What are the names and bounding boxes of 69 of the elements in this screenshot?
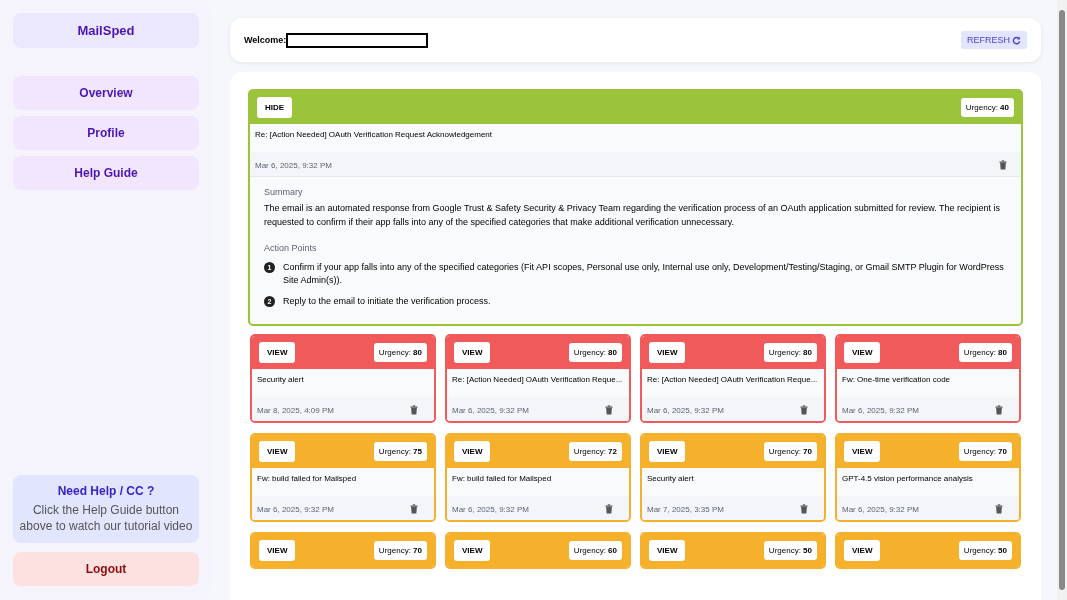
- email-subject: Re: [Action Needed] OAuth Verification Request Acknowledgement: [254, 129, 494, 141]
- refresh-button[interactable]: REFRESH: [961, 31, 1027, 49]
- email-date: Mar 7, 2025, 3:35 PM: [647, 504, 724, 514]
- nav-button[interactable]: Help Guide: [13, 156, 199, 190]
- trash-icon[interactable]: [410, 405, 418, 415]
- logout-button[interactable]: Logout: [13, 552, 199, 586]
- email-subject: Fw: One-time verification code: [841, 374, 952, 386]
- urgency-badge: Urgency: 70: [373, 541, 427, 560]
- summary-text: The email is an automated response from Google Trust & Safety Security & Privacy Team regarding the verification process of an OAuth application submitted for review. The recipient is requested to confirm if their app falls into any of the specified categories that make additional verification unnecessary.: [264, 202, 1002, 229]
- email-date: Mar 6, 2025, 9:32 PM: [452, 504, 529, 514]
- scrollbar[interactable]: [1057, 0, 1067, 600]
- view-button[interactable]: VIEW: [259, 342, 296, 363]
- trash-icon[interactable]: [410, 504, 418, 514]
- urgency-badge: Urgency: 40: [960, 98, 1014, 117]
- action-points-heading: Action Points: [264, 243, 318, 253]
- nav-button[interactable]: Profile: [13, 116, 199, 150]
- urgency-badge: Urgency: 70: [958, 442, 1012, 461]
- urgency-badge: Urgency: 80: [568, 343, 622, 362]
- action-point-text: Confirm if your app falls into any of the specified categories (Fit API scopes, Personal use only, Internal use only, Development/Testing/Staging, or Gmail SMTP Plugin for WordPress Site Admin(s)).: [283, 261, 1005, 287]
- email-subject: Re: [Action Needed] OAuth Verification Reque...: [646, 374, 819, 386]
- view-button[interactable]: VIEW: [844, 342, 881, 363]
- view-button[interactable]: VIEW: [454, 342, 491, 363]
- urgency-badge: Urgency: 80: [958, 343, 1012, 362]
- email-subject: Fw: build failed for Mailsped: [451, 473, 553, 485]
- trash-icon[interactable]: [800, 405, 808, 415]
- welcome-label: Welcome:: [244, 35, 287, 45]
- brand-title: MailSped: [13, 13, 199, 48]
- trash-icon[interactable]: [995, 504, 1003, 514]
- urgency-badge: Urgency: 50: [958, 541, 1012, 560]
- email-date: Mar 8, 2025, 4:09 PM: [257, 405, 334, 415]
- refresh-icon: [1012, 35, 1021, 45]
- email-date: Mar 6, 2025, 9:32 PM: [647, 405, 724, 415]
- email-subject: Fw: build failed for Mailsped: [256, 473, 358, 485]
- view-button[interactable]: VIEW: [259, 441, 296, 462]
- email-subject: Security alert: [256, 374, 305, 386]
- urgency-badge: Urgency: 75: [373, 442, 427, 461]
- urgency-badge: Urgency: 80: [373, 343, 427, 362]
- help-title: Need Help / CC ?: [56, 484, 156, 498]
- view-button[interactable]: VIEW: [649, 342, 686, 363]
- hide-button[interactable]: HIDE: [257, 97, 293, 118]
- view-button[interactable]: VIEW: [649, 540, 686, 561]
- summary-heading: Summary: [264, 187, 304, 197]
- view-button[interactable]: VIEW: [259, 540, 296, 561]
- email-date: Mar 6, 2025, 9:32 PM: [255, 160, 332, 170]
- view-button[interactable]: VIEW: [454, 441, 491, 462]
- urgency-badge: Urgency: 72: [568, 442, 622, 461]
- trash-icon[interactable]: [605, 504, 613, 514]
- trash-icon[interactable]: [995, 405, 1003, 415]
- email-date: Mar 6, 2025, 9:32 PM: [257, 504, 334, 514]
- urgency-badge: Urgency: 50: [763, 541, 817, 560]
- trash-icon[interactable]: [800, 504, 808, 514]
- urgency-badge: Urgency: 80: [763, 343, 817, 362]
- trash-icon[interactable]: [999, 160, 1007, 170]
- help-text: Click the Help Guide button above to watch our tutorial video: [19, 502, 193, 534]
- action-point-text: Reply to the email to initiate the verification process.: [283, 295, 491, 308]
- email-date: Mar 6, 2025, 9:32 PM: [842, 504, 919, 514]
- urgency-badge: Urgency: 70: [763, 442, 817, 461]
- view-button[interactable]: VIEW: [844, 441, 881, 462]
- urgency-badge: Urgency: 60: [568, 541, 622, 560]
- email-subject: Re: [Action Needed] OAuth Verification Reque...: [451, 374, 624, 386]
- nav-button[interactable]: Overview: [13, 76, 199, 110]
- email-date: Mar 6, 2025, 9:32 PM: [842, 405, 919, 415]
- email-subject: Security alert: [646, 473, 695, 485]
- trash-icon[interactable]: [605, 405, 613, 415]
- view-button[interactable]: VIEW: [844, 540, 881, 561]
- view-button[interactable]: VIEW: [454, 540, 491, 561]
- email-date: Mar 6, 2025, 9:32 PM: [452, 405, 529, 415]
- email-subject: GPT-4.5 vision performance analysis: [841, 473, 974, 485]
- view-button[interactable]: VIEW: [649, 441, 686, 462]
